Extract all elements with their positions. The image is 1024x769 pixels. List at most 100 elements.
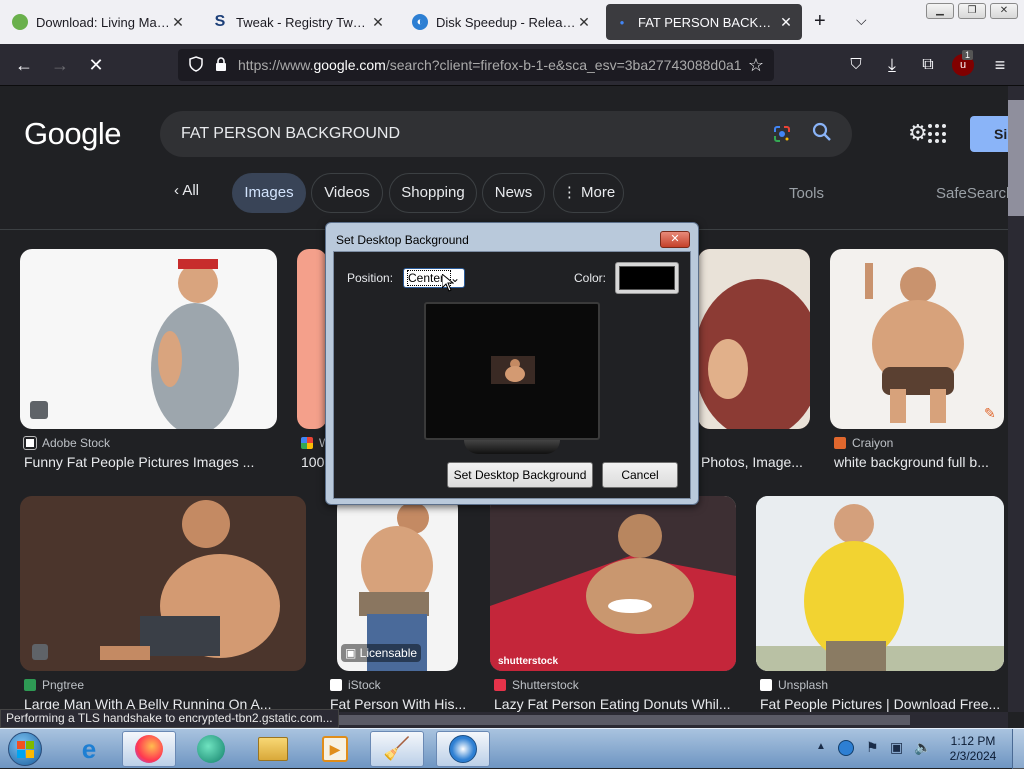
search-icon[interactable] <box>812 122 832 148</box>
result-source[interactable]: Craiyon <box>834 436 893 450</box>
volume-muted-icon[interactable]: 🔈 <box>914 739 931 756</box>
tab-disk-speedup[interactable]: ◐ Disk Speedup - Release No ✕ <box>404 4 600 40</box>
result-caption[interactable]: Fat People Pictures | Download Free... <box>760 696 1004 712</box>
scrollbar-thumb[interactable] <box>1008 100 1024 216</box>
network-icon[interactable]: ▣ <box>890 739 903 756</box>
close-window-button[interactable]: ✕ <box>990 3 1018 19</box>
result-source[interactable]: iStock <box>330 678 381 692</box>
result-image-2[interactable] <box>297 249 327 429</box>
taskbar-app[interactable] <box>184 731 238 767</box>
result-caption[interactable]: 100 <box>301 454 325 470</box>
result-image-7[interactable]: shutterstock <box>490 496 736 671</box>
result-source[interactable]: Unsplash <box>760 678 828 692</box>
image-badge-icon <box>32 644 48 660</box>
close-tab-icon[interactable]: ✕ <box>778 14 794 31</box>
tab-news[interactable]: News <box>482 173 545 213</box>
pocket-icon[interactable]: ⛉ <box>844 53 868 77</box>
dialog-close-button[interactable]: ✕ <box>660 231 690 248</box>
taskbar-explorer[interactable] <box>246 731 300 767</box>
url-bar[interactable]: https://www.google.com/search?client=fir… <box>178 49 774 81</box>
result-source[interactable]: Adobe Stock <box>23 436 110 450</box>
man-with-raised-finger-image <box>865 263 964 423</box>
position-select[interactable]: Center ⌄ <box>403 268 465 288</box>
man-in-red-shirt-image <box>698 249 810 429</box>
bookmark-star-icon[interactable]: ☆ <box>748 55 764 76</box>
scrollbar-thumb[interactable] <box>330 715 910 725</box>
man-in-yellow-shirt-image <box>756 496 1004 671</box>
image-badge-icon: ▣ <box>345 646 360 660</box>
show-desktop-button[interactable] <box>1012 729 1024 769</box>
tab-images[interactable]: Images <box>232 173 306 213</box>
tray-app-icon[interactable] <box>838 740 854 756</box>
result-caption[interactable]: Fat Person With His... <box>330 696 466 712</box>
set-desktop-background-button[interactable]: Set Desktop Background <box>447 462 593 488</box>
pngtree-icon <box>24 679 36 691</box>
tab-google-search[interactable]: ● FAT PERSON BACKGROUNI ✕ <box>606 4 802 40</box>
downloads-icon[interactable]: ⤓ <box>880 53 904 77</box>
safesearch-button[interactable]: SafeSearch <box>936 185 1008 202</box>
close-tab-icon[interactable]: ✕ <box>170 14 186 31</box>
show-hidden-icons-chevron-icon[interactable]: ▲ <box>816 741 826 752</box>
result-image-5[interactable] <box>20 496 306 671</box>
list-tabs-chevron-icon[interactable]: ⌵ <box>856 12 867 29</box>
vertical-scrollbar[interactable] <box>1008 86 1024 712</box>
result-image-3[interactable] <box>698 249 810 429</box>
site-favicon-icon: S <box>214 13 226 30</box>
result-image-8[interactable] <box>756 496 1004 671</box>
cancel-button[interactable]: Cancel <box>602 462 678 488</box>
back-arrow-icon[interactable]: ← <box>12 53 36 77</box>
back-all-link[interactable]: ‹ All <box>174 182 199 199</box>
site-favicon-icon: ◐ <box>412 14 428 30</box>
new-tab-icon[interactable]: + <box>814 10 826 33</box>
taskbar-media-player[interactable]: ▶ <box>308 731 362 767</box>
tab-living-marine[interactable]: Download: Living Marine A ✕ <box>4 4 194 40</box>
chat-app-icon <box>197 735 225 763</box>
clock[interactable]: 1:12 PM 2/3/2024 <box>945 734 1001 764</box>
action-center-flag-icon[interactable]: ⚑ <box>866 739 879 756</box>
color-picker-button[interactable] <box>615 262 679 294</box>
result-caption[interactable]: Photos, Image... <box>701 454 811 470</box>
result-source[interactable]: Shutterstock <box>494 678 579 692</box>
taskbar-disk-speedup[interactable] <box>436 731 490 767</box>
settings-gear-icon[interactable]: ⚙ <box>908 122 928 144</box>
internet-explorer-icon: e <box>81 733 97 764</box>
hamburger-menu-icon[interactable]: ≡ <box>988 53 1012 77</box>
close-tab-icon[interactable]: ✕ <box>576 14 592 31</box>
close-tab-icon[interactable]: ✕ <box>370 14 386 31</box>
google-lens-icon[interactable] <box>772 124 792 149</box>
google-apps-grid-icon[interactable] <box>928 124 948 144</box>
result-caption[interactable]: Lazy Fat Person Eating Donuts Whil... <box>494 696 736 712</box>
taskbar-cleanup-app[interactable]: 🧹 <box>370 731 424 767</box>
taskbar-internet-explorer[interactable]: e <box>62 731 116 767</box>
result-image-6[interactable]: ▣ Licensable <box>337 496 458 671</box>
tab-shopping[interactable]: Shopping <box>389 173 477 213</box>
set-desktop-background-dialog: Set Desktop Background ✕ Position: Cente… <box>325 222 699 505</box>
tab-more[interactable]: ⋮ More <box>553 173 624 213</box>
tools-button[interactable]: Tools <box>789 185 824 202</box>
restore-window-button[interactable]: ❐ <box>958 3 986 19</box>
result-image-4[interactable]: ✎ <box>830 249 1004 429</box>
site-icon <box>301 437 313 449</box>
taskbar-firefox[interactable] <box>122 731 176 767</box>
search-input[interactable]: FAT PERSON BACKGROUND <box>160 111 852 157</box>
result-source[interactable]: Pngtree <box>24 678 84 692</box>
dialog-title: Set Desktop Background <box>336 233 469 247</box>
lock-icon[interactable] <box>214 56 228 75</box>
result-caption[interactable]: white background full b... <box>834 454 1002 470</box>
sign-in-button[interactable]: Si <box>970 116 1008 152</box>
forward-arrow-icon[interactable]: → <box>48 53 72 77</box>
google-logo[interactable]: Google <box>24 116 121 152</box>
image-badge-icon <box>30 401 48 419</box>
tracking-protection-shield-icon[interactable] <box>188 55 204 75</box>
adobe-stock-icon <box>23 436 37 450</box>
tab-videos[interactable]: Videos <box>311 173 383 213</box>
stop-loading-icon[interactable]: ✕ <box>84 53 108 77</box>
result-caption[interactable]: Funny Fat People Pictures Images ... <box>24 454 274 470</box>
minimize-window-button[interactable]: ▁ <box>926 3 954 19</box>
tab-tweak[interactable]: S Tweak - Registry Tweak Do ✕ <box>204 4 394 40</box>
result-image-1[interactable] <box>20 249 277 429</box>
folder-icon <box>258 737 288 761</box>
extensions-puzzle-icon[interactable]: ⧉ <box>916 53 940 77</box>
start-button[interactable] <box>4 729 46 769</box>
media-player-icon: ▶ <box>322 736 348 762</box>
